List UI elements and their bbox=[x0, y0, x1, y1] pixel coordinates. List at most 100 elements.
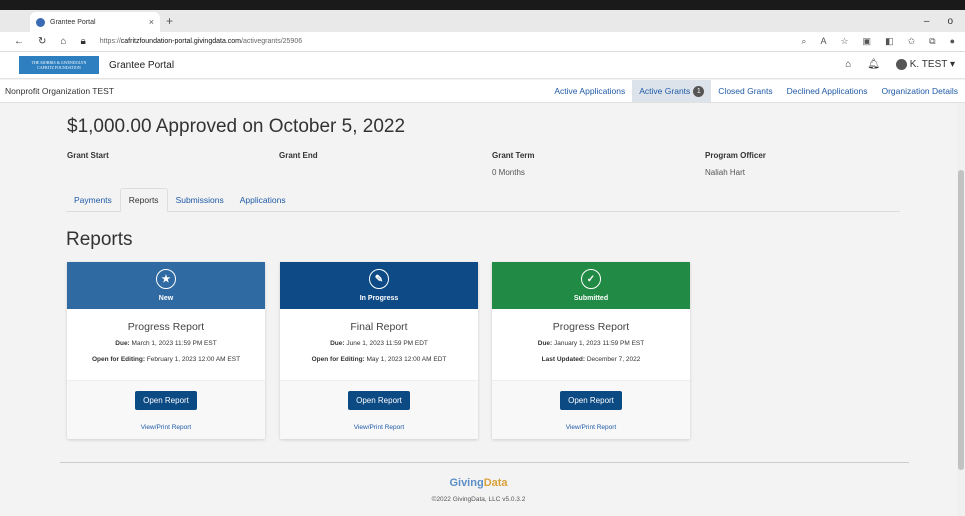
extension-icon[interactable]: ▣ bbox=[863, 36, 872, 47]
grant-start-label: Grant Start bbox=[67, 151, 109, 160]
open-editing-label: Open for Editing: bbox=[311, 356, 365, 363]
report-card-header: ✎ In Progress bbox=[280, 262, 478, 309]
home-icon[interactable]: ⌂ bbox=[60, 36, 66, 47]
tab-active-grants[interactable]: Active Grants 1 bbox=[632, 80, 712, 102]
report-due: Due: June 1, 2023 11:59 PM EDT bbox=[280, 340, 478, 347]
report-card-body: Final Report Due: June 1, 2023 11:59 PM … bbox=[280, 309, 478, 380]
split-screen-icon[interactable]: ◧ bbox=[885, 36, 894, 47]
address-bar: ← ↻ ⌂ 🔒︎ https://cafritzfoundation-porta… bbox=[0, 32, 965, 52]
due-label: Due: bbox=[115, 340, 130, 347]
read-aloud-icon[interactable]: A bbox=[820, 36, 826, 47]
profile-icon[interactable]: ● bbox=[950, 36, 955, 47]
organization-name: Nonprofit Organization TEST bbox=[5, 86, 114, 96]
favorites-icon[interactable]: ✩ bbox=[908, 36, 916, 47]
report-status: In Progress bbox=[359, 295, 399, 302]
view-print-report-link[interactable]: View/Print Report bbox=[280, 424, 478, 431]
tab-reports[interactable]: Reports bbox=[119, 188, 168, 212]
foundation-logo[interactable]: THE MORRIS & GWENDOLYN CAFRITZ FOUNDATIO… bbox=[19, 56, 99, 74]
restore-button[interactable]: o bbox=[947, 16, 953, 27]
program-officer-label: Program Officer bbox=[705, 151, 766, 160]
open-editing-value: May 1, 2023 12:00 AM EDT bbox=[366, 356, 447, 363]
browser-tab-bar: Grantee Portal × + – o bbox=[0, 10, 965, 32]
grant-term-value: 0 Months bbox=[492, 168, 525, 177]
tab-active-applications[interactable]: Active Applications bbox=[547, 80, 632, 102]
check-icon: ✓ bbox=[581, 269, 601, 289]
tab-closed-grants[interactable]: Closed Grants bbox=[711, 80, 779, 102]
report-card-header: ★ New bbox=[67, 262, 265, 309]
report-name: Progress Report bbox=[552, 321, 630, 333]
tab-applications[interactable]: Applications bbox=[232, 188, 294, 212]
open-editing-label: Open for Editing: bbox=[91, 356, 146, 363]
collections-icon[interactable]: ⧉ bbox=[929, 36, 935, 47]
open-report-button[interactable]: Open Report bbox=[348, 391, 410, 410]
logo-line2: CAFRITZ FOUNDATION bbox=[37, 65, 81, 70]
app-header: THE MORRIS & GWENDOLYN CAFRITZ FOUNDATIO… bbox=[0, 52, 965, 79]
grant-term-label: Grant Term bbox=[492, 151, 535, 160]
active-grants-count-badge: 1 bbox=[693, 85, 705, 97]
new-tab-button[interactable]: + bbox=[166, 14, 173, 28]
pencil-icon: ✎ bbox=[369, 269, 389, 289]
refresh-icon[interactable]: ↻ bbox=[38, 36, 46, 47]
bell-icon[interactable]: 🔔︎ bbox=[867, 59, 880, 70]
report-last-updated: Last Updated: December 7, 2022 bbox=[492, 356, 690, 363]
report-card-footer: Open Report View/Print Report bbox=[492, 380, 690, 439]
footer-divider bbox=[60, 462, 909, 463]
program-officer-value: Naliah Hart bbox=[705, 168, 746, 177]
star-icon: ★ bbox=[156, 269, 176, 289]
browser-tab-title: Grantee Portal bbox=[50, 18, 96, 26]
view-print-report-link[interactable]: View/Print Report bbox=[492, 424, 690, 431]
minimize-button[interactable]: – bbox=[924, 16, 930, 27]
report-open-editing: Open for Editing: May 1, 2023 12:00 AM E… bbox=[280, 356, 478, 363]
user-menu[interactable]: K. TEST ▾ bbox=[895, 59, 955, 71]
report-card: ✓ Submitted Progress Report Due: January… bbox=[492, 262, 690, 439]
report-due: Due: January 1, 2023 11:59 PM EST bbox=[492, 340, 690, 347]
favorite-icon[interactable]: ☆ bbox=[840, 36, 848, 47]
window-controls: – o bbox=[924, 16, 953, 27]
header-actions: ⌂ 🔔︎ K. TEST ▾ bbox=[845, 59, 955, 71]
tab-organization-details[interactable]: Organization Details bbox=[874, 80, 965, 102]
grant-start: Grant Start bbox=[67, 151, 109, 160]
logo-data: Data bbox=[483, 477, 508, 489]
user-name: K. TEST ▾ bbox=[909, 59, 955, 71]
window-top-border bbox=[0, 0, 965, 10]
back-icon[interactable]: ← bbox=[14, 36, 24, 47]
due-label: Due: bbox=[330, 340, 345, 347]
avatar bbox=[895, 59, 907, 71]
home-icon[interactable]: ⌂ bbox=[845, 59, 851, 70]
browser-tab[interactable]: Grantee Portal × bbox=[30, 12, 160, 32]
footer-copyright: ©2022 GivingData, LLC v5.0.3.2 bbox=[431, 496, 526, 503]
tab-payments[interactable]: Payments bbox=[66, 188, 120, 212]
open-report-button[interactable]: Open Report bbox=[135, 391, 197, 410]
report-name: Progress Report bbox=[127, 321, 205, 333]
due-value: January 1, 2023 11:59 PM EST bbox=[554, 340, 645, 347]
search-icon[interactable]: ⌕ bbox=[801, 36, 806, 47]
tab-submissions[interactable]: Submissions bbox=[168, 188, 232, 212]
report-card-body: Progress Report Due: January 1, 2023 11:… bbox=[492, 309, 690, 380]
view-print-report-link[interactable]: View/Print Report bbox=[67, 424, 265, 431]
grant-subtabs: Payments Reports Submissions Application… bbox=[66, 188, 900, 212]
logo-giving: Giving bbox=[449, 477, 484, 489]
last-updated-value: December 7, 2022 bbox=[586, 356, 641, 363]
givingdata-logo: GivingData bbox=[0, 477, 957, 489]
lock-icon: 🔒︎ bbox=[80, 36, 86, 47]
report-card-footer: Open Report View/Print Report bbox=[280, 380, 478, 439]
report-name: Final Report bbox=[350, 321, 408, 333]
open-editing-value: February 1, 2023 12:00 AM EST bbox=[146, 356, 241, 363]
report-status: Submitted bbox=[573, 295, 609, 302]
report-card: ✎ In Progress Final Report Due: June 1, … bbox=[280, 262, 478, 439]
tab-declined-applications[interactable]: Declined Applications bbox=[780, 80, 875, 102]
tab-active-grants-label: Active Grants bbox=[639, 86, 691, 96]
report-card: ★ New Progress Report Due: March 1, 2023… bbox=[67, 262, 265, 439]
scrollbar-thumb[interactable] bbox=[958, 170, 964, 470]
tab-close-icon[interactable]: × bbox=[149, 17, 154, 27]
grant-end-label: Grant End bbox=[279, 151, 318, 160]
report-due: Due: March 1, 2023 11:59 PM EST bbox=[67, 340, 265, 347]
url-field[interactable]: https://cafritzfoundation-portal.givingd… bbox=[100, 38, 302, 45]
open-report-button[interactable]: Open Report bbox=[560, 391, 622, 410]
report-card-body: Progress Report Due: March 1, 2023 11:59… bbox=[67, 309, 265, 380]
main-content: $1,000.00 Approved on October 5, 2022 Gr… bbox=[0, 103, 957, 516]
portal-title: Grantee Portal bbox=[109, 59, 175, 71]
report-open-editing: Open for Editing: February 1, 2023 12:00… bbox=[67, 356, 265, 363]
organization-tabs: Active Applications Active Grants 1 Clos… bbox=[547, 80, 965, 102]
grant-title: $1,000.00 Approved on October 5, 2022 bbox=[67, 116, 406, 137]
